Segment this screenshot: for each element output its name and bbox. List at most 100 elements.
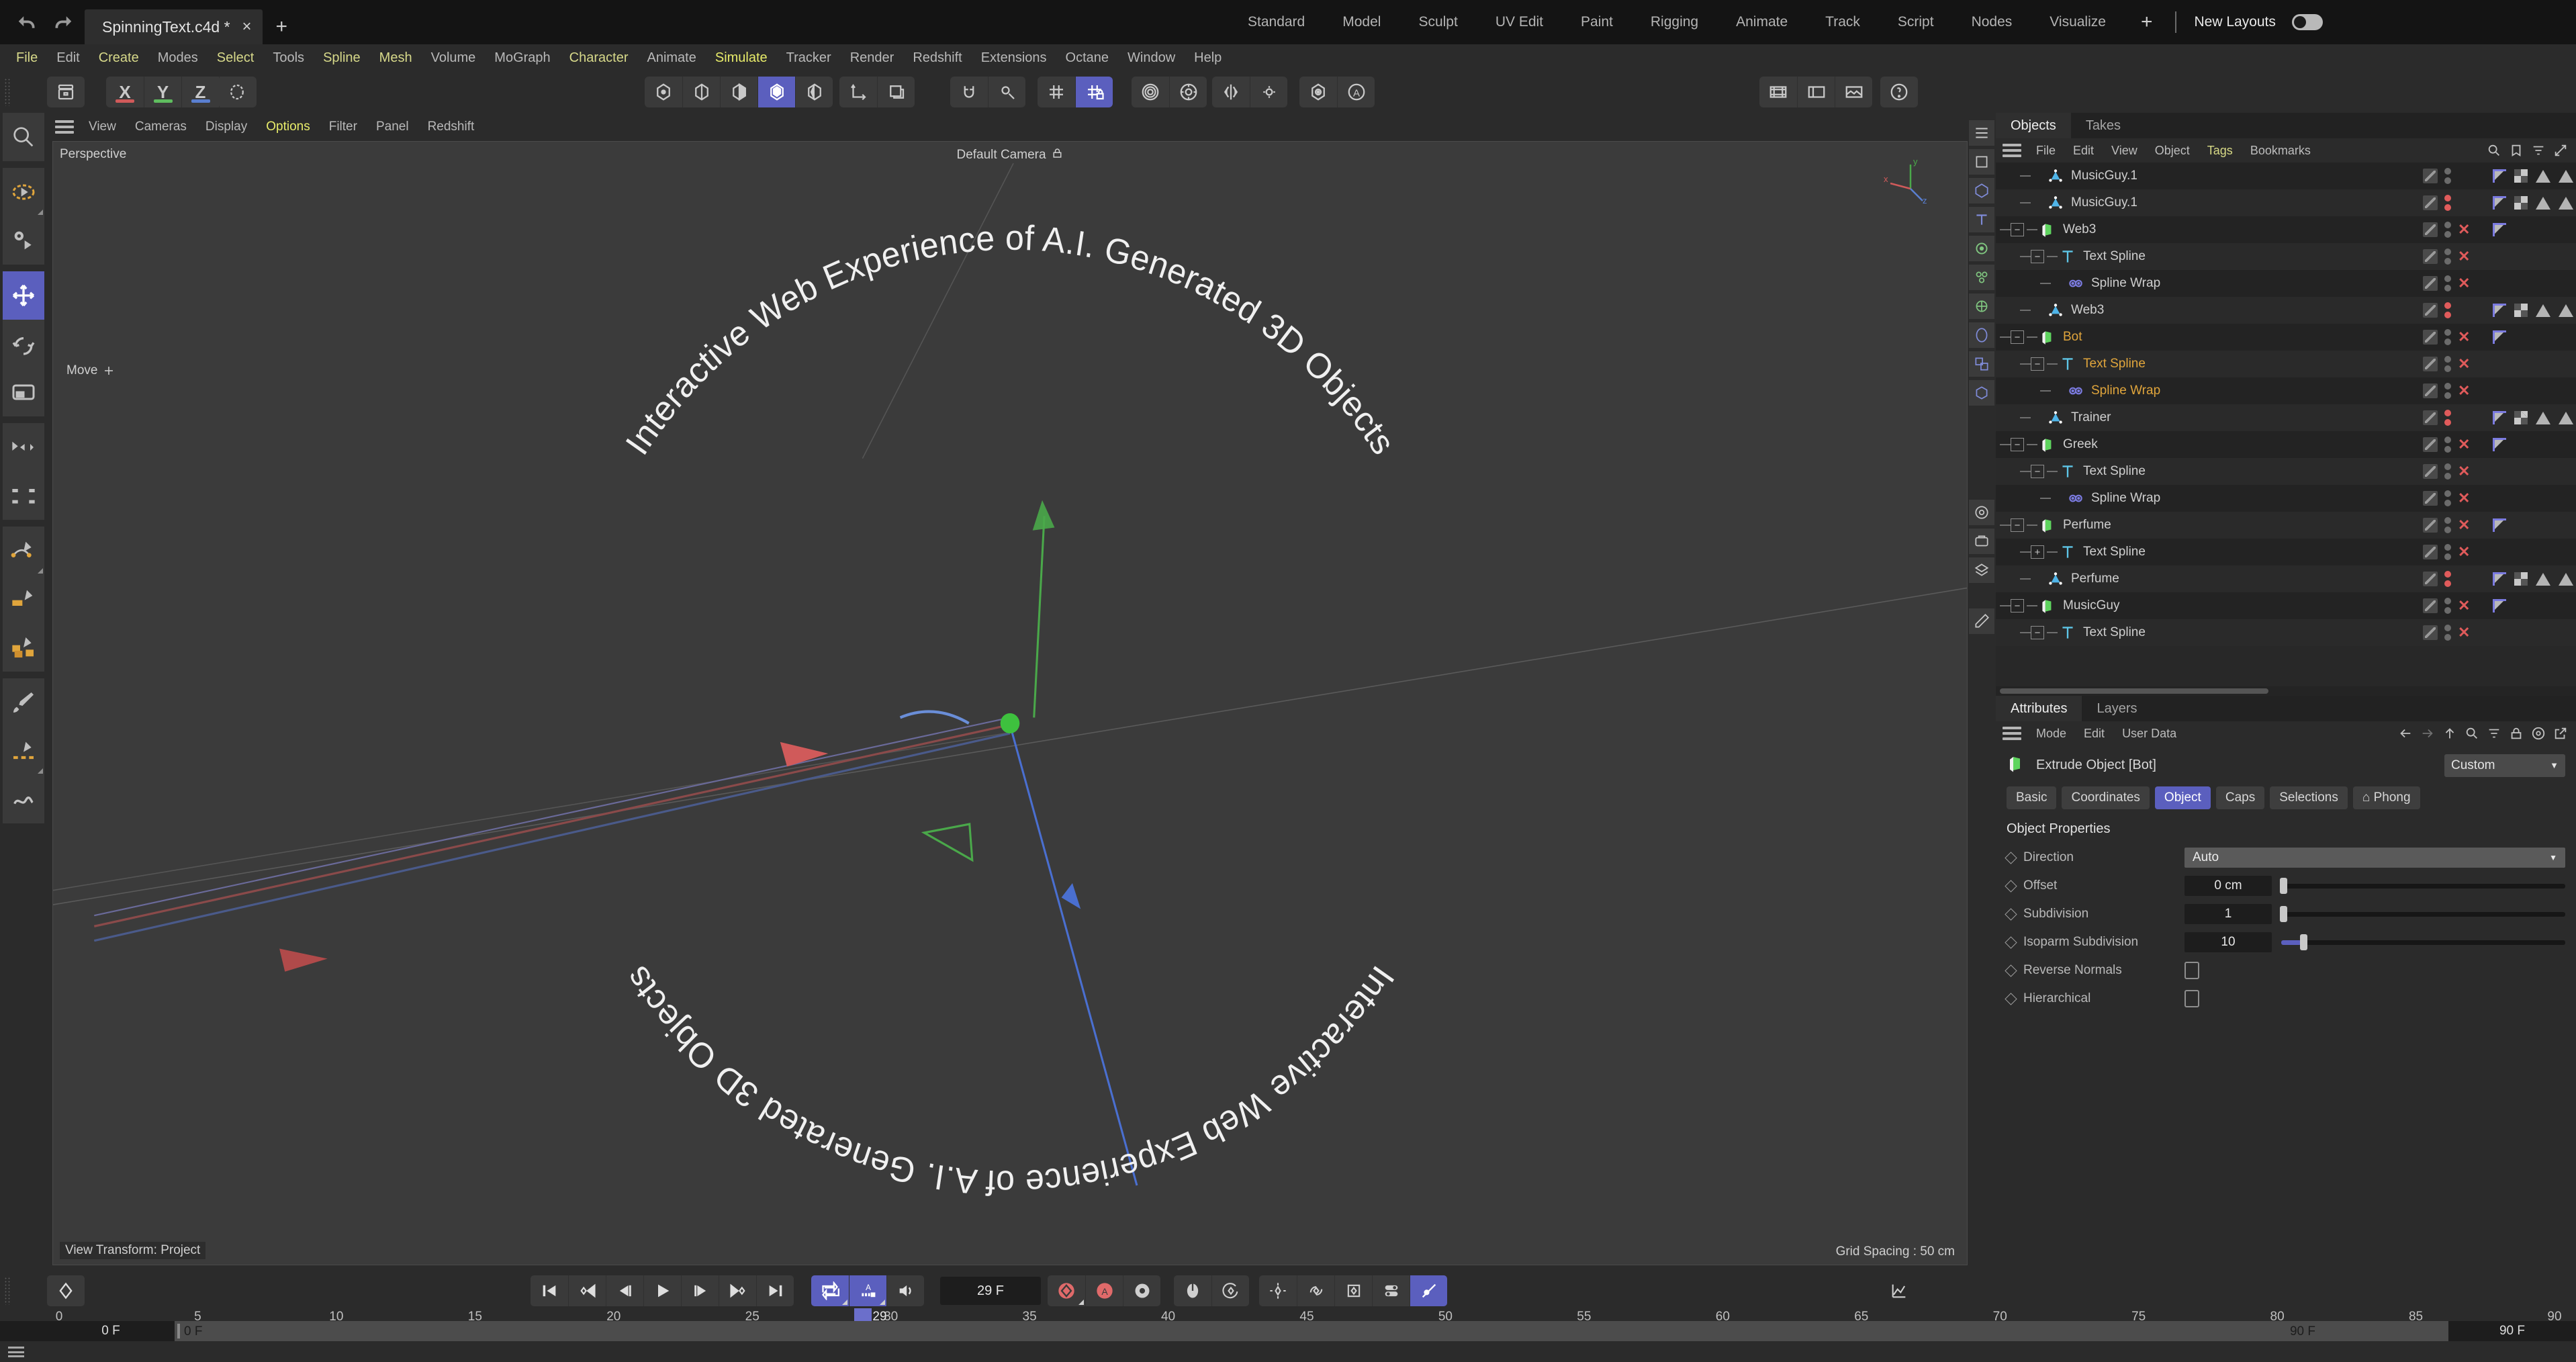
viewport-axis-gizmo[interactable]: y x z	[1881, 155, 1935, 209]
tag-material[interactable]	[2536, 411, 2550, 424]
object-row[interactable]: − Bot ✕	[1996, 324, 2576, 351]
visibility-dots[interactable]	[2444, 195, 2451, 211]
tag-texture[interactable]	[2514, 169, 2528, 183]
viewport-menu-redshift[interactable]: Redshift	[418, 120, 484, 134]
point-mode-icon[interactable]	[645, 77, 682, 107]
grid-icon[interactable]	[1038, 77, 1075, 107]
object-row[interactable]: MusicGuy.1	[1996, 163, 2576, 189]
tag-material[interactable]	[2559, 304, 2573, 317]
attributes-menu-mode[interactable]: Mode	[2028, 727, 2074, 741]
hierarchical-checkbox[interactable]	[2184, 990, 2199, 1007]
visibility-dots[interactable]	[2444, 168, 2451, 184]
visibility-dots[interactable]	[2444, 598, 2451, 614]
timeline-curve-icon[interactable]	[1880, 1275, 1918, 1306]
objects-menu-edit[interactable]: Edit	[2065, 144, 2102, 158]
tab-objects[interactable]: Objects	[1996, 113, 2071, 138]
attr-tab-basic[interactable]: Basic	[2007, 786, 2057, 809]
tag-material[interactable]	[2536, 196, 2550, 210]
objects-menu-hamburger-icon[interactable]	[2003, 144, 2021, 157]
edit-toggle-icon[interactable]	[2423, 598, 2438, 613]
visibility-dots[interactable]	[2444, 383, 2451, 399]
point-level-animation-button[interactable]	[1174, 1275, 1211, 1306]
symmetry-icon[interactable]	[1212, 77, 1250, 107]
tag-display[interactable]	[2493, 169, 2506, 183]
tab-layers[interactable]: Layers	[2082, 696, 2152, 721]
visibility-dots[interactable]	[2444, 517, 2451, 533]
sculpt-icon[interactable]	[3, 775, 44, 823]
pencil-tool-icon[interactable]	[1969, 608, 1994, 634]
edge-mode-icon[interactable]	[682, 77, 720, 107]
object-row[interactable]: − Greek ✕	[1996, 431, 2576, 458]
axis-x-button[interactable]: X	[106, 77, 144, 107]
scale-key-button[interactable]	[1334, 1275, 1372, 1306]
objects-menu-tags[interactable]: Tags	[2199, 144, 2241, 158]
menu-item-character[interactable]: Character	[560, 44, 638, 71]
edit-toggle-icon[interactable]	[2423, 222, 2438, 237]
render-region-icon[interactable]	[1797, 77, 1835, 107]
delete-icon[interactable]: ✕	[2458, 518, 2470, 533]
menu-item-edit[interactable]: Edit	[47, 44, 89, 71]
edit-toggle-icon[interactable]	[2423, 357, 2438, 371]
magnifier-icon[interactable]	[3, 113, 44, 161]
attr-tab-coordinates[interactable]: Coordinates	[2062, 786, 2150, 809]
target-icon[interactable]	[2531, 726, 2546, 741]
autokey-button[interactable]: A	[849, 1275, 886, 1306]
tag-material[interactable]	[2559, 411, 2573, 424]
objects-menu-file[interactable]: File	[2028, 144, 2064, 158]
menu-item-extensions[interactable]: Extensions	[972, 44, 1056, 71]
scale-tool-icon[interactable]	[3, 368, 44, 416]
visibility-dots[interactable]	[2444, 410, 2451, 426]
visibility-dots[interactable]	[2444, 222, 2451, 238]
edit-toggle-icon[interactable]	[2423, 330, 2438, 345]
edit-toggle-icon[interactable]	[2423, 276, 2438, 291]
paint-brush-icon[interactable]	[3, 678, 44, 727]
attributes-menu-user-data[interactable]: User Data	[2114, 727, 2184, 741]
visibility-dots[interactable]	[2444, 329, 2451, 345]
add-layout-button[interactable]: +	[2125, 0, 2169, 44]
generator-icon[interactable]	[1969, 178, 1994, 203]
concentric-circles-icon[interactable]	[1132, 77, 1169, 107]
tag-display[interactable]	[2493, 599, 2506, 612]
expander-toggle[interactable]: −	[2031, 626, 2044, 639]
menu-item-spline[interactable]: Spline	[314, 44, 370, 71]
visibility-dots[interactable]	[2444, 437, 2451, 453]
axis-z-button[interactable]: Z	[181, 77, 219, 107]
toolbar-drag-handle[interactable]	[4, 78, 11, 106]
tag-display[interactable]	[2493, 411, 2506, 424]
object-row[interactable]: Spline Wrap ✕	[1996, 270, 2576, 297]
attr-tab-object[interactable]: Object	[2154, 786, 2211, 809]
visibility-dots[interactable]	[2444, 544, 2451, 560]
edit-toggle-icon[interactable]	[2423, 625, 2438, 640]
film-strip-icon[interactable]	[1759, 77, 1797, 107]
search-icon[interactable]	[2487, 143, 2501, 158]
tag-texture[interactable]	[2514, 572, 2528, 586]
tag-material[interactable]	[2536, 572, 2550, 586]
gear-circle-icon[interactable]	[1169, 77, 1207, 107]
tab-attributes[interactable]: Attributes	[1996, 696, 2082, 721]
tag-material[interactable]	[2536, 169, 2550, 183]
viewport-menu-view[interactable]: View	[79, 120, 126, 134]
menu-item-mesh[interactable]: Mesh	[370, 44, 422, 71]
tag-texture[interactable]	[2514, 196, 2528, 210]
prev-keyframe-button[interactable]	[568, 1275, 606, 1306]
visibility-dots[interactable]	[2444, 275, 2451, 291]
object-row[interactable]: Trainer	[1996, 404, 2576, 431]
menu-item-octane[interactable]: Octane	[1056, 44, 1118, 71]
undo-icon[interactable]	[15, 11, 38, 34]
object-row[interactable]: − MusicGuy ✕	[1996, 592, 2576, 619]
delete-icon[interactable]: ✕	[2458, 437, 2470, 452]
play-button[interactable]	[643, 1275, 681, 1306]
attr-tab-selections[interactable]: Selections	[2270, 786, 2348, 809]
menu-item-modes[interactable]: Modes	[148, 44, 208, 71]
object-tree-hscroll[interactable]	[1996, 686, 2576, 696]
delete-icon[interactable]: ✕	[2458, 330, 2470, 345]
visibility-dots[interactable]	[2444, 463, 2451, 480]
attr-tab-phong[interactable]: ⌂ Phong	[2352, 786, 2420, 809]
picture-viewer-icon[interactable]	[1835, 77, 1872, 107]
timeline-drag-handle[interactable]	[4, 1277, 11, 1305]
viewport-menu-cameras[interactable]: Cameras	[126, 120, 196, 134]
visibility-dots[interactable]	[2444, 490, 2451, 506]
redo-icon[interactable]	[52, 11, 75, 34]
layer-manager-icon[interactable]	[1969, 557, 1994, 583]
visibility-dots[interactable]	[2444, 248, 2451, 265]
